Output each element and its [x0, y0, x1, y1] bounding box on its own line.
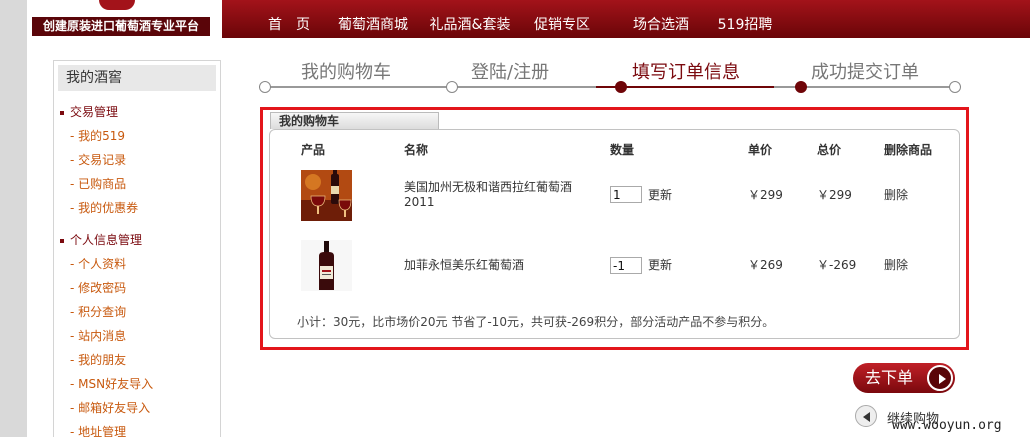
col-header-unit-price: 单价 — [748, 143, 773, 157]
sidebar-group-profile: 个人信息管理 — [60, 232, 142, 248]
sidebar-link-points[interactable]: - 积分查询 — [70, 304, 126, 320]
main-nav: 首 页 葡萄酒商城 礼品酒&套装 促销专区 场合选酒 519招聘 — [260, 13, 780, 37]
product-name[interactable]: 加菲永恒美乐红葡萄酒 — [404, 258, 584, 273]
sidebar-group-label: 个人信息管理 — [70, 233, 143, 247]
col-header-total: 总价 — [817, 143, 842, 157]
update-link[interactable]: 更新 — [648, 258, 672, 273]
col-header-name: 名称 — [404, 143, 429, 157]
step-submit-order: 成功提交订单 — [811, 62, 919, 83]
place-order-label: 去下单 — [865, 368, 914, 387]
site-logo[interactable]: 创建原装进口葡萄酒专业平台 — [27, 0, 222, 38]
sidebar-link-profile[interactable]: - 个人资料 — [70, 256, 126, 272]
nav-gift-wine[interactable]: 礼品酒&套装 — [428, 13, 512, 37]
update-link[interactable]: 更新 — [648, 188, 672, 203]
wine-glasses-image[interactable] — [301, 170, 352, 221]
product-name[interactable]: 美国加州无极和谐西拉红葡萄酒2011 — [404, 180, 584, 210]
sidebar-title: 我的酒窖 — [58, 65, 216, 91]
sidebar-group-label: 交易管理 — [70, 105, 119, 119]
nav-promotions[interactable]: 促销专区 — [512, 13, 612, 37]
logo-emblem — [99, 0, 135, 10]
page: 创建原装进口葡萄酒专业平台 首 页 葡萄酒商城 礼品酒&套装 促销专区 场合选酒… — [27, 0, 1030, 437]
sidebar-link-email-import[interactable]: - 邮箱好友导入 — [70, 400, 150, 416]
sidebar-link-msn-import[interactable]: - MSN好友导入 — [70, 376, 153, 392]
quantity-input[interactable] — [610, 186, 642, 203]
nav-occasion-wine[interactable]: 场合选酒 — [612, 13, 710, 37]
sidebar-link-coupons[interactable]: - 我的优惠券 — [70, 200, 138, 216]
sidebar-link-purchased[interactable]: - 已购商品 — [70, 176, 126, 192]
sidebar-group-trade: 交易管理 — [60, 104, 118, 120]
sidebar-link-password[interactable]: - 修改密码 — [70, 280, 126, 296]
nav-wine-mall[interactable]: 葡萄酒商城 — [318, 13, 428, 37]
col-header-product: 产品 — [301, 143, 326, 157]
sidebar: 我的酒窖 交易管理 - 我的519 - 交易记录 - 已购商品 - 我的优惠券 … — [53, 60, 221, 437]
line-total: ￥299 — [817, 188, 852, 202]
bullet-icon — [60, 110, 64, 115]
step-login: 登陆/注册 — [471, 62, 550, 83]
sidebar-link-messages[interactable]: - 站内消息 — [70, 328, 126, 344]
cart-panel — [269, 129, 960, 339]
step-dot — [446, 81, 458, 93]
logo-slogan: 创建原装进口葡萄酒专业平台 — [32, 17, 210, 36]
step-fill-order: 填写订单信息 — [632, 62, 740, 83]
bullet-icon — [60, 238, 64, 243]
step-dot — [949, 81, 961, 93]
arrow-right-icon — [927, 365, 953, 391]
step-dot — [259, 81, 271, 93]
col-header-quantity: 数量 — [610, 143, 635, 157]
sidebar-link-address[interactable]: - 地址管理 — [70, 424, 126, 437]
top-navigation-bar: 创建原装进口葡萄酒专业平台 首 页 葡萄酒商城 礼品酒&套装 促销专区 场合选酒… — [27, 0, 1030, 38]
sidebar-link-friends[interactable]: - 我的朋友 — [70, 352, 126, 368]
cart-tab-title: 我的购物车 — [270, 112, 439, 129]
col-header-delete: 删除商品 — [884, 143, 933, 157]
line-total: ￥-269 — [817, 258, 857, 272]
step-cart: 我的购物车 — [301, 62, 391, 83]
place-order-button[interactable]: 去下单 — [853, 363, 955, 393]
quantity-input[interactable] — [610, 257, 642, 274]
step-dot-active — [795, 81, 807, 93]
order-progress-steps: 我的购物车 登陆/注册 填写订单信息 成功提交订单 — [259, 55, 961, 100]
arrow-left-icon — [855, 405, 877, 427]
delete-link[interactable]: 删除 — [884, 188, 908, 203]
sidebar-link-my519[interactable]: - 我的519 — [70, 128, 125, 144]
unit-price: ￥299 — [748, 188, 783, 202]
nav-jobs[interactable]: 519招聘 — [710, 13, 780, 37]
step-dot-active — [615, 81, 627, 93]
delete-link[interactable]: 删除 — [884, 258, 908, 273]
wine-bottle-image[interactable] — [301, 240, 352, 291]
nav-home[interactable]: 首 页 — [260, 13, 318, 37]
cart-subtotal: 小计：30元，比市场价20元 节省了-10元，共可获-269积分，部分活动产品不… — [297, 315, 775, 329]
sidebar-link-trade-records[interactable]: - 交易记录 — [70, 152, 126, 168]
watermark: www.wooyun.org — [892, 418, 1002, 433]
unit-price: ￥269 — [748, 258, 783, 272]
